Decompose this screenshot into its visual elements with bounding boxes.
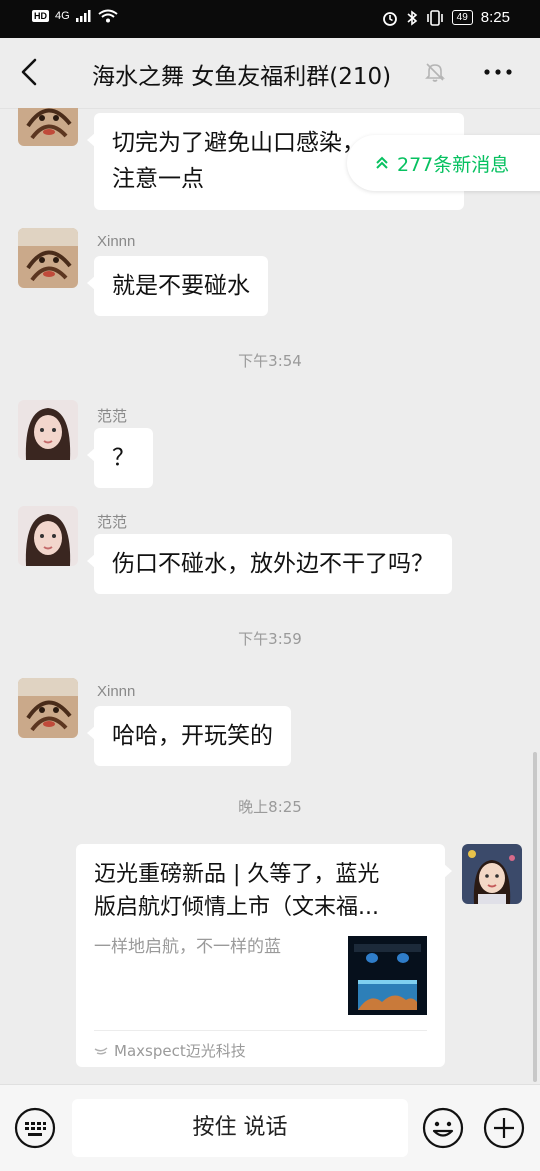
timestamp: 下午3:54 <box>238 352 302 370</box>
message-list[interactable]: 切完为了避免山口感染， 注意一点 277条新消息 Xinnn 就是不要碰水 下午… <box>0 108 540 1084</box>
scrollbar[interactable] <box>533 752 537 1082</box>
keyboard-icon <box>14 1107 56 1149</box>
avatar-girl[interactable] <box>18 400 78 460</box>
network-label: 4G <box>55 10 70 22</box>
chevron-left-icon <box>21 58 37 86</box>
chat-title: 海水之舞 女鱼友福利群(210) <box>92 64 392 90</box>
status-bar: HD 4G 49 8:25 <box>0 0 540 38</box>
card-title-line: 迈光重磅新品 | 久等了，蓝光 <box>94 862 380 887</box>
muted-bell-icon <box>425 63 445 82</box>
wifi-icon <box>98 9 118 23</box>
avatar-tiger[interactable] <box>18 678 78 738</box>
input-bar: 按住 说话 <box>0 1084 540 1171</box>
clock: 8:25 <box>480 9 510 26</box>
timestamp: 晚上8:25 <box>238 798 302 816</box>
keyboard-button[interactable] <box>14 1107 56 1149</box>
hold-to-talk-button[interactable]: 按住 说话 <box>72 1099 408 1157</box>
card-description: 一样地启航，不一样的蓝 <box>94 937 281 957</box>
avatar-girl[interactable] <box>18 506 78 566</box>
emoji-icon <box>422 1107 464 1149</box>
tiger-avatar-image <box>18 678 78 738</box>
message-bubble[interactable]: 伤口不碰水，放外边不干了吗？ <box>87 534 452 594</box>
sender-name: Xinnn <box>97 683 136 700</box>
official-account-icon <box>94 1046 108 1054</box>
new-messages-button[interactable]: 277条新消息 <box>347 135 540 191</box>
hd-icon: HD <box>32 10 49 22</box>
sender-name: 范范 <box>97 514 128 531</box>
emoji-button[interactable] <box>422 1107 464 1149</box>
aquarium-light-image <box>348 936 427 1015</box>
girl-avatar-image <box>18 400 78 460</box>
message-bubble[interactable]: 哈哈，开玩笑的 <box>87 706 291 766</box>
signal-icon <box>75 10 91 22</box>
child-avatar-image <box>462 844 522 904</box>
avatar-tiger[interactable] <box>18 108 78 146</box>
shared-article-card[interactable]: 迈光重磅新品 | 久等了，蓝光 版启航灯倾情上市（文末福... 一样地启航，不一… <box>76 844 452 1067</box>
vibrate-icon <box>426 9 443 26</box>
card-divider <box>94 1030 427 1031</box>
new-messages-label: 277条新消息 <box>397 153 510 176</box>
girl-avatar-image <box>18 506 78 566</box>
card-source: Maxspect迈光科技 <box>94 1040 246 1061</box>
card-thumbnail <box>348 936 427 1015</box>
card-title: 迈光重磅新品 | 久等了，蓝光 版启航灯倾情上市（文末福... <box>94 858 427 924</box>
timestamp: 下午3:59 <box>238 630 302 648</box>
more-button[interactable] <box>482 60 514 84</box>
card-source-name: Maxspect迈光科技 <box>114 1042 246 1060</box>
chat-header: 海水之舞 女鱼友福利群(210) <box>0 38 540 109</box>
double-chevron-up-icon <box>376 156 388 169</box>
message-bubble[interactable]: ？ <box>87 428 153 488</box>
avatar-self[interactable] <box>462 844 522 904</box>
avatar-tiger[interactable] <box>18 228 78 288</box>
plus-icon <box>483 1107 525 1149</box>
more-dots-icon <box>484 69 512 75</box>
tiger-avatar-image <box>18 108 78 146</box>
message-bubble[interactable]: 就是不要碰水 <box>87 256 268 316</box>
tiger-avatar-image <box>18 228 78 288</box>
sender-name: Xinnn <box>97 233 136 250</box>
more-actions-button[interactable] <box>483 1107 525 1149</box>
sender-name: 范范 <box>97 408 128 425</box>
back-button[interactable] <box>14 56 46 88</box>
battery-indicator: 49 <box>451 10 473 25</box>
alarm-icon <box>382 11 397 26</box>
card-title-line: 版启航灯倾情上市（文末福... <box>94 895 379 920</box>
bluetooth-icon <box>407 9 417 26</box>
